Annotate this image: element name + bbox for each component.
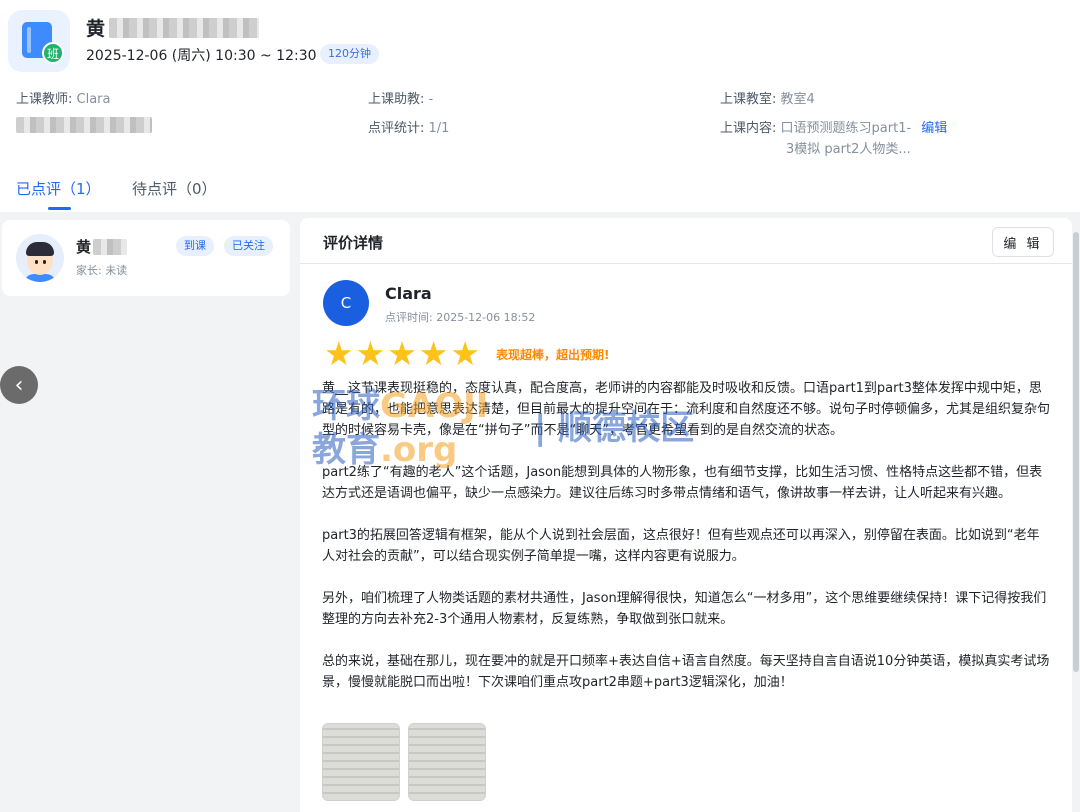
content-value-line1: 口语预测题练习part1- [780,121,912,136]
star-icon: ★ [387,334,417,373]
review-tabs: 已点评（1） 待点评（0） [0,170,1080,212]
redacted-mosaic [109,17,260,38]
edit-button[interactable]: 编 辑 [992,227,1054,257]
redacted-info [16,117,152,137]
review-time: 点评时间: 2025-12-06 18:52 [385,311,536,324]
attachment-thumbnail[interactable] [408,723,486,801]
avatar-shirt [24,274,56,282]
review-stats-value: 1/1 [428,121,450,136]
teacher-avatar: C [323,280,369,326]
class-badge: 班 [42,42,64,64]
student-list: 黄 家长: 未读 到课 已关注 [0,218,292,812]
assistant-info: 上课助教: - [368,88,433,107]
review-detail-panel: 评价详情 编 辑 C Clara 点评时间: 2025-12-06 18:52 … [300,218,1072,812]
attachment-images [322,723,494,801]
assistant-value: - [428,92,434,107]
student-avatar [16,234,64,282]
content-value-line2: 3模拟 part2人物类... [786,142,911,157]
rating-text: 表现超棒，超出预期! [495,347,610,362]
assistant-label: 上课助教: [368,92,425,107]
scrollbar[interactable] [1072,222,1080,812]
content-edit-link[interactable]: 编辑 [921,121,947,136]
class-book-icon: 班 [8,10,70,72]
tab-reviewed[interactable]: 已点评（1） [16,178,101,199]
detail-title: 评价详情 [323,234,384,252]
avatar-hair [26,242,54,256]
content-info-line2: 3模拟 part2人物类... [786,138,911,157]
avatar-eye [35,260,38,264]
class-header: 班 黄 2025-12-06 (周六) 10:30 ~ 12:30 120分钟 … [0,0,1080,212]
comment-paragraph: 黄__这节课表现挺稳的，态度认真，配合度高，老师讲的内容都能及时吸收和反馈。口语… [322,381,1051,438]
avatar-eye [43,260,46,264]
classroom-info: 上课教室: 教室4 [720,88,815,107]
comment-paragraph: part3的拓展回答逻辑有框架，能从个人说到社会层面，这点很好！但有些观点还可以… [322,528,1040,564]
content-info: 上课内容: 口语预测题练习part1- 编辑 [720,117,947,136]
review-stats-label: 点评统计: [368,121,425,136]
tab-pending[interactable]: 待点评（0） [132,178,217,199]
active-tab-indicator [48,207,71,210]
content-label: 上课内容: [720,121,777,136]
star-icon: ★ [450,334,480,373]
student-card[interactable]: 黄 家长: 未读 到课 已关注 [2,220,290,296]
redacted-mosaic [16,117,152,133]
student-name: 黄 [76,236,128,257]
comment-paragraph: 总的来说，基础在那儿，现在要冲的就是开口频率+表达自信+语言自然度。每天坚持自言… [322,654,1050,690]
comment-paragraph: 另外，咱们梳理了人物类话题的素材共通性，Jason理解得很快，知道怎么“一材多用… [322,591,1047,627]
review-comment: 黄__这节课表现挺稳的，态度认真，配合度高，老师讲的内容都能及时吸收和反馈。口语… [322,378,1052,714]
redacted-mosaic [93,238,128,255]
duration-badge: 120分钟 [320,44,379,64]
prev-arrow-icon[interactable]: ‹ [0,366,38,404]
attachment-thumbnail[interactable] [322,723,400,801]
star-icon: ★ [355,334,386,373]
class-title-prefix: 黄 [86,18,106,40]
comment-paragraph: part2练了“有趣的老人”这个话题，Jason能想到具体的人物形象，也有细节支… [322,465,1043,501]
teacher-name: Clara [385,284,432,303]
attended-tag: 到课 [176,236,214,256]
scrollbar-thumb[interactable] [1073,232,1079,672]
review-stats-info: 点评统计: 1/1 [368,117,449,136]
parent-status: 家长: 未读 [76,264,128,277]
star-icon: ★ [418,334,449,373]
teacher-info: 上课教师: Clara [16,88,111,107]
class-title: 黄 [86,14,260,41]
star-rating: ★ ★ ★ ★ ★ 表现超棒，超出预期! [324,336,609,372]
student-name-prefix: 黄 [76,238,92,256]
classroom-label: 上课教室: [720,92,777,107]
teacher-label: 上课教师: [16,92,73,107]
followed-tag: 已关注 [224,236,273,256]
class-time: 2025-12-06 (周六) 10:30 ~ 12:30 [86,48,317,64]
star-icon: ★ [324,334,354,373]
classroom-value: 教室4 [780,92,815,107]
detail-header: 评价详情 编 辑 [300,218,1072,264]
teacher-value: Clara [76,92,111,107]
